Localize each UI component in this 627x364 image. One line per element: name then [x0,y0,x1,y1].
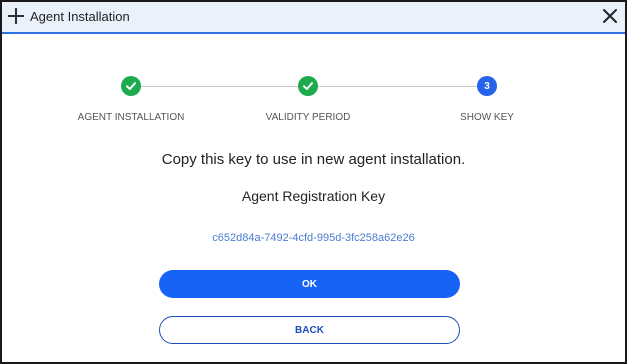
agent-installation-dialog: Agent Installation 3 AGENT INSTALLATION … [0,0,627,364]
checkmark-icon [303,82,313,90]
back-button[interactable]: BACK [159,316,460,344]
registration-key-value[interactable]: c652d84a-7492-4cfd-995d-3fc258a62e26 [2,232,625,244]
dialog-title: Agent Installation [30,9,130,24]
checkmark-icon [126,82,136,90]
step-label-agent-installation: AGENT INSTALLATION [77,112,185,123]
close-icon[interactable] [601,7,619,25]
step-3-circle: 3 [477,76,497,96]
step-connector [141,86,298,87]
instruction-text: Copy this key to use in new agent instal… [161,151,466,168]
step-2-circle [298,76,318,96]
step-connector [318,86,477,87]
title-bar: Agent Installation [2,2,625,34]
key-heading: Agent Registration Key [241,188,386,204]
step-1-circle [121,76,141,96]
step-label-show-key: SHOW KEY [460,112,514,123]
ok-button[interactable]: OK [159,270,460,298]
step-label-validity-period: VALIDITY PERIOD [265,112,351,123]
plus-icon [8,8,24,24]
